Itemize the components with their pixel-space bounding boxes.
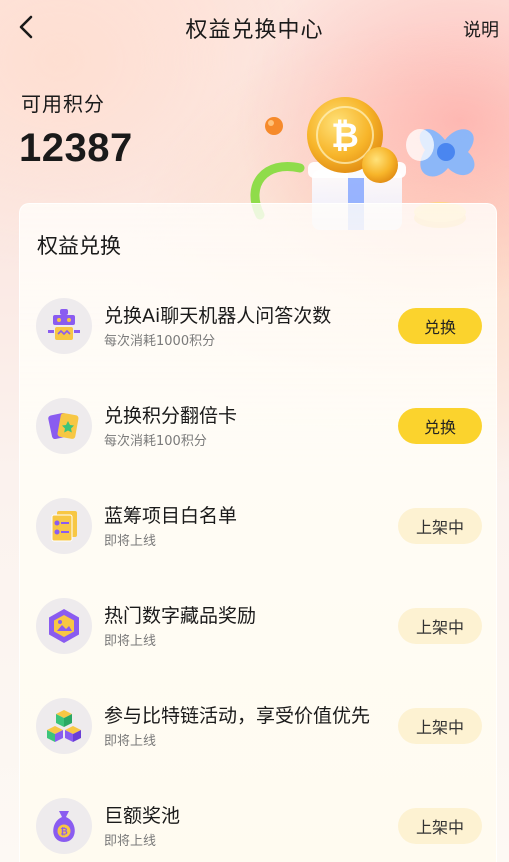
blocks-icon xyxy=(36,698,92,754)
redeem-button[interactable]: 兑换 xyxy=(398,308,482,344)
benefits-card: 权益兑换 兑换Ai聊天机器人问答次数 每次消耗1000积分 兑换 兑换积分翻倍卡… xyxy=(19,203,497,862)
item-subtitle: 每次消耗1000积分 xyxy=(104,334,216,349)
item-subtitle: 即将上线 xyxy=(104,834,157,849)
money-bag-icon: ₿ xyxy=(36,798,92,854)
help-link[interactable]: 说明 xyxy=(463,16,507,42)
svg-text:₿: ₿ xyxy=(60,827,67,838)
list-item-bitchain-activity: 参与比特链活动，享受价值优先 即将上线 上架中 xyxy=(20,692,498,762)
top-bar: 权益兑换中心 说明 xyxy=(0,0,509,56)
redeem-button[interactable]: 兑换 xyxy=(398,408,482,444)
item-subtitle: 即将上线 xyxy=(104,734,157,749)
available-points-label: 可用积分 xyxy=(21,92,105,116)
list-item-jackpot: ₿ 巨额奖池 即将上线 上架中 xyxy=(20,792,498,862)
coming-soon-button[interactable]: 上架中 xyxy=(398,808,482,844)
coming-soon-button[interactable]: 上架中 xyxy=(398,708,482,744)
item-title: 参与比特链活动，享受价值优先 xyxy=(104,705,371,727)
item-title: 巨额奖池 xyxy=(104,805,181,827)
section-title: 权益兑换 xyxy=(37,234,121,258)
cards-icon xyxy=(36,398,92,454)
coming-soon-button[interactable]: 上架中 xyxy=(398,508,482,544)
item-title: 热门数字藏品奖励 xyxy=(104,605,257,627)
nft-hexagon-icon xyxy=(36,598,92,654)
item-subtitle: 每次消耗100积分 xyxy=(104,434,207,449)
list-item-bluechip-whitelist: 蓝筹项目白名单 即将上线 上架中 xyxy=(20,492,498,562)
item-title: 蓝筹项目白名单 xyxy=(104,505,238,527)
svg-text:₿: ₿ xyxy=(331,116,359,156)
list-item-digital-collectibles: 热门数字藏品奖励 即将上线 上架中 xyxy=(20,592,498,662)
item-title: 兑换Ai聊天机器人问答次数 xyxy=(104,305,332,327)
list-item-double-points-card: 兑换积分翻倍卡 每次消耗100积分 兑换 xyxy=(20,392,498,462)
item-title: 兑换积分翻倍卡 xyxy=(104,405,238,427)
robot-icon xyxy=(36,298,92,354)
page-title: 权益兑换中心 xyxy=(185,18,324,43)
document-list-icon xyxy=(36,498,92,554)
available-points-value: 12387 xyxy=(19,126,133,170)
list-item-ai-chatbot: 兑换Ai聊天机器人问答次数 每次消耗1000积分 兑换 xyxy=(20,292,498,362)
item-subtitle: 即将上线 xyxy=(104,634,157,649)
item-subtitle: 即将上线 xyxy=(104,534,157,549)
coming-soon-button[interactable]: 上架中 xyxy=(398,608,482,644)
